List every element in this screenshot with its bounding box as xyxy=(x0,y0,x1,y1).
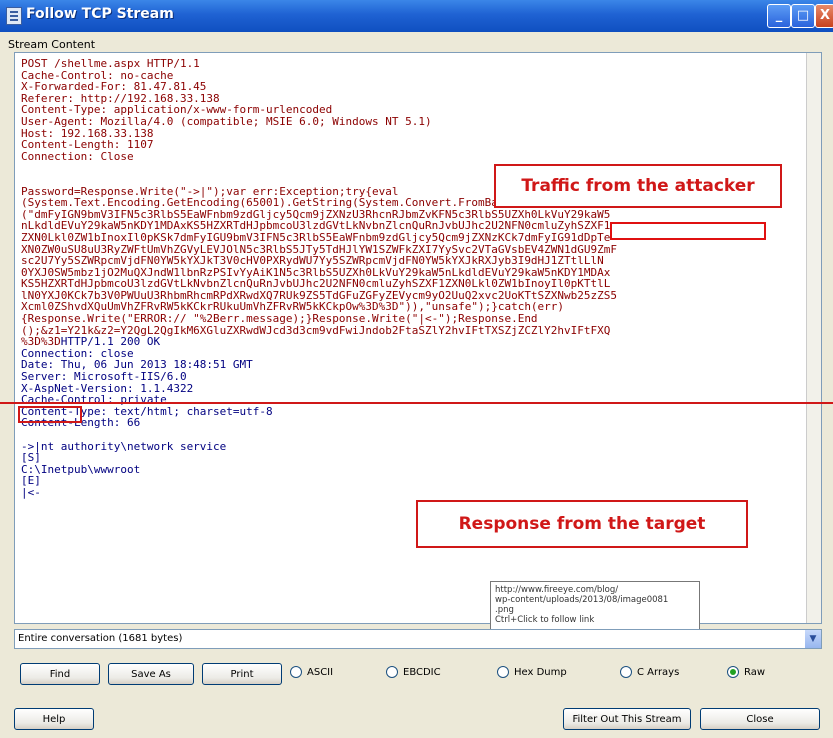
close-window-button[interactable]: X xyxy=(815,4,833,28)
radio-label-raw: Raw xyxy=(744,667,766,678)
radio-label-ebcdic: EBCDIC xyxy=(403,667,441,678)
radio-c-arrays[interactable]: C Arrays xyxy=(620,666,679,678)
radio-dot-hex-dump xyxy=(497,666,509,678)
chevron-down-icon[interactable]: ▼ xyxy=(805,630,821,648)
radio-hex-dump[interactable]: Hex Dump xyxy=(497,666,567,678)
conversation-select[interactable]: Entire conversation (1681 bytes) ▼ xyxy=(14,629,822,649)
app-icon xyxy=(6,7,22,25)
response-start-highlight xyxy=(18,406,82,423)
stream-content-label: Stream Content xyxy=(8,38,96,51)
attacker-traffic-label: Traffic from the attacker xyxy=(494,164,782,208)
radio-dot-ascii xyxy=(290,666,302,678)
minimize-button[interactable]: _ xyxy=(767,4,791,28)
tooltip-line: .png xyxy=(495,605,514,615)
radio-label-c-arrays: C Arrays xyxy=(637,667,680,678)
filter-out-stream-button[interactable]: Filter Out This Stream xyxy=(563,708,691,730)
vertical-scrollbar[interactable] xyxy=(806,53,821,623)
title-bar: Follow TCP Stream _ □ X xyxy=(0,0,833,32)
maximize-button[interactable]: □ xyxy=(791,4,815,28)
close-button[interactable]: Close xyxy=(700,708,820,730)
radio-ascii[interactable]: ASCII xyxy=(290,666,333,678)
help-button[interactable]: Help xyxy=(14,708,94,730)
save-as-button[interactable]: Save As xyxy=(108,663,194,685)
radio-raw[interactable]: Raw xyxy=(727,666,765,678)
tooltip-line: wp-content/uploads/2013/08/image0081 xyxy=(495,595,669,605)
separator-line xyxy=(0,402,833,404)
conversation-select-value: Entire conversation (1681 bytes) xyxy=(18,633,183,644)
print-button[interactable]: Print xyxy=(202,663,282,685)
tooltip-line: Ctrl+Click to follow link xyxy=(495,615,595,625)
window-title: Follow TCP Stream xyxy=(26,6,174,22)
tooltip-line: http://www.fireeye.com/blog/ xyxy=(495,585,619,595)
radio-dot-ebcdic xyxy=(386,666,398,678)
radio-dot-c-arrays xyxy=(620,666,632,678)
find-button[interactable]: Find xyxy=(20,663,100,685)
radio-label-ascii: ASCII xyxy=(307,667,334,678)
radio-ebcdic[interactable]: EBCDIC xyxy=(386,666,441,678)
target-response-label: Response from the target xyxy=(416,500,748,548)
frombase64-highlight xyxy=(610,222,766,240)
radio-dot-raw xyxy=(727,666,739,678)
radio-label-hex-dump: Hex Dump xyxy=(514,667,567,678)
